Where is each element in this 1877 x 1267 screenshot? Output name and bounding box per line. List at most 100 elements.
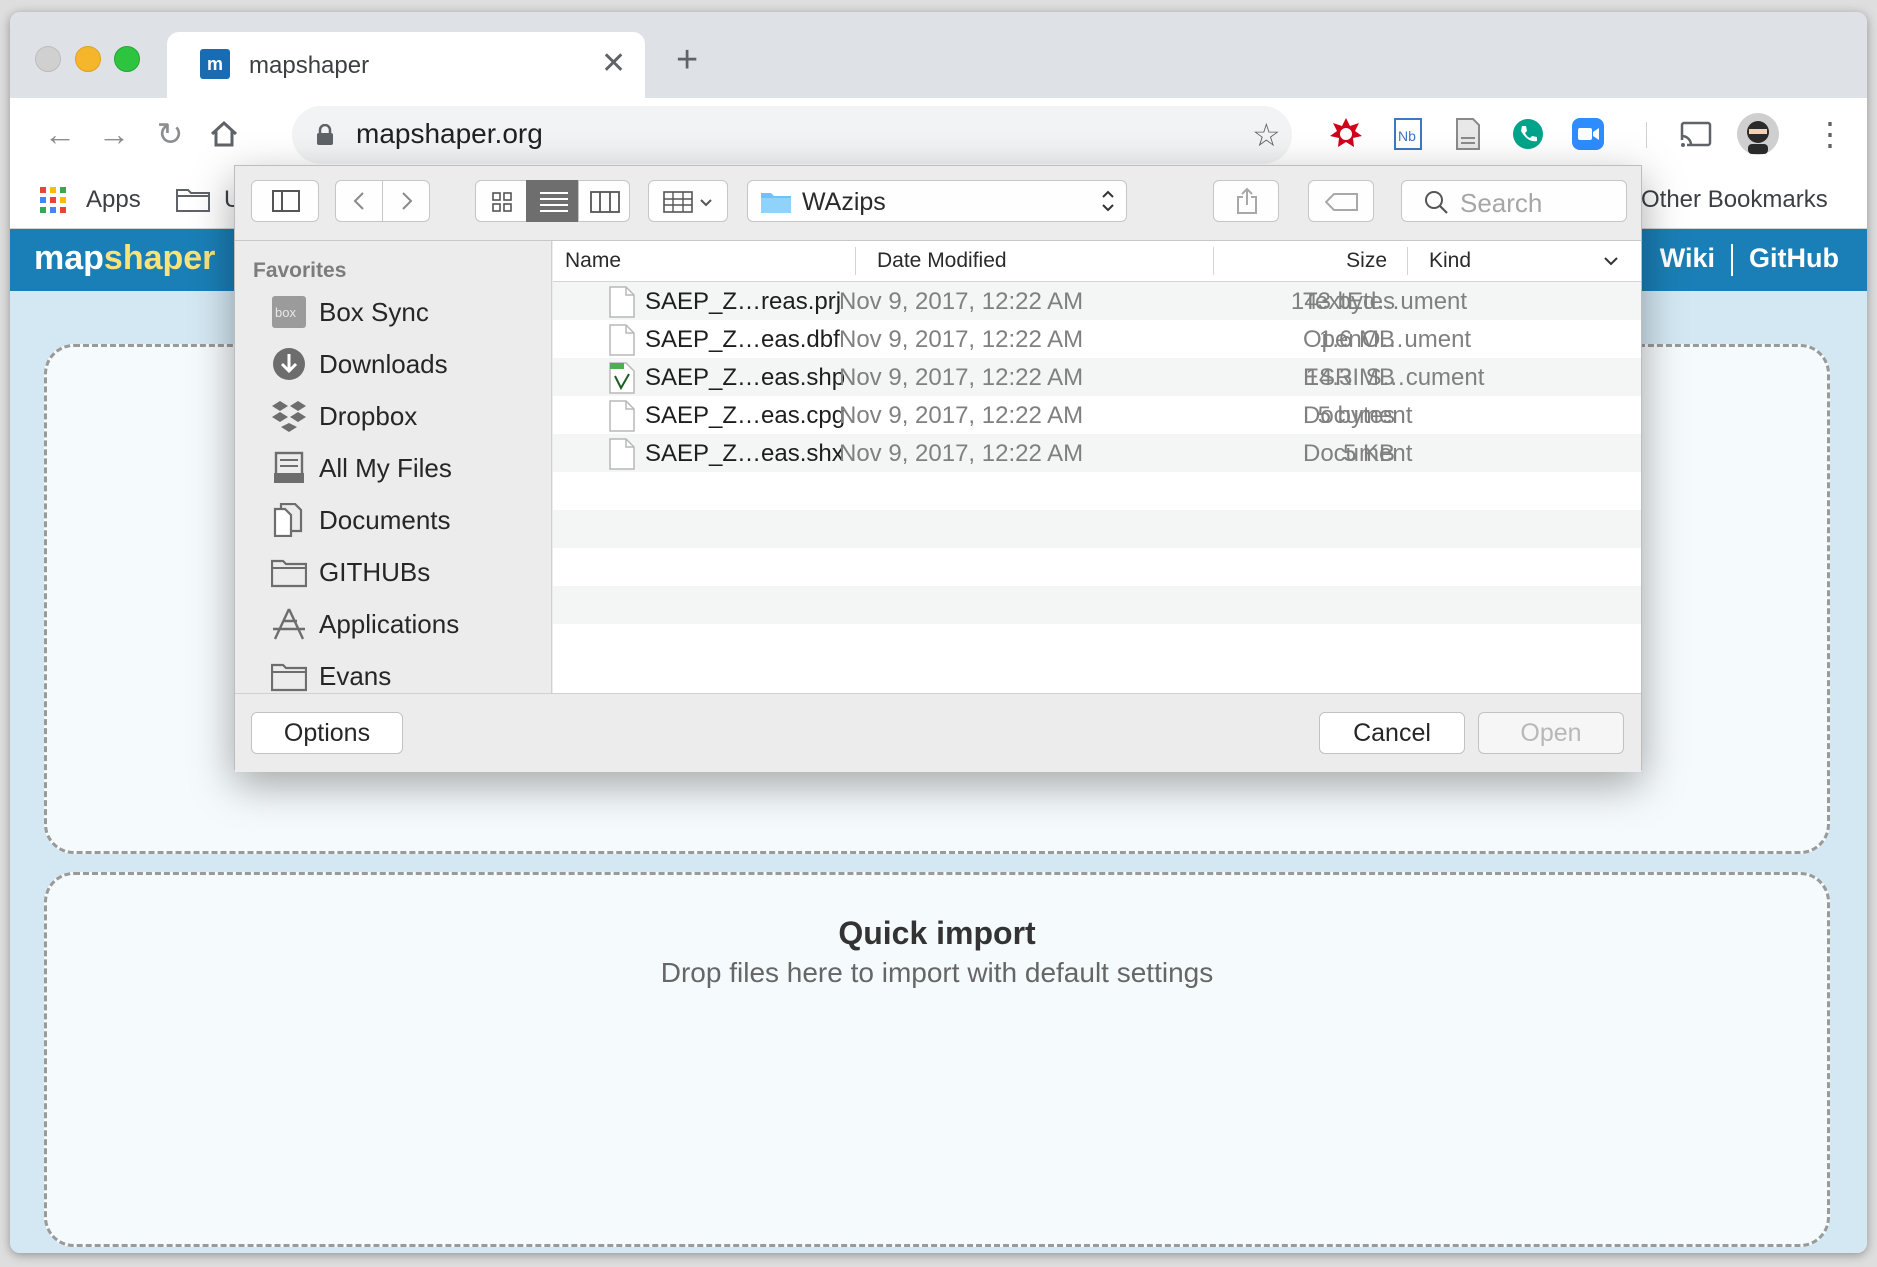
folder-icon <box>271 663 307 692</box>
sidebar-item-downloads[interactable]: Downloads <box>271 345 541 385</box>
sidebar-item-all-my-files[interactable]: All My Files <box>271 449 541 489</box>
sidebar-item-documents[interactable]: Documents <box>271 501 541 541</box>
table-row[interactable]: SAEP_Z…eas.shx Nov 9, 2017, 12:22 AM 5 K… <box>553 434 1641 472</box>
options-button[interactable]: Options <box>251 712 403 754</box>
column-view-button[interactable] <box>578 180 630 222</box>
bookmark-folder-icon[interactable] <box>176 186 210 212</box>
window-close-button[interactable] <box>35 46 61 72</box>
mapshaper-favicon-icon: m <box>200 49 230 79</box>
tab-strip: m mapshaper ✕ + <box>10 12 1867 100</box>
lock-icon <box>317 124 333 145</box>
sidebar-item-applications[interactable]: Applications <box>271 605 541 645</box>
open-button[interactable]: Open <box>1478 712 1624 754</box>
file-name: SAEP_Z…eas.shx <box>645 440 844 467</box>
reload-icon[interactable]: ↻ <box>150 114 190 154</box>
logo-map: map <box>34 239 104 277</box>
folder-path-popup[interactable]: WAzips <box>747 180 1127 222</box>
profile-avatar[interactable] <box>1736 112 1780 156</box>
chevron-right-icon <box>402 192 413 210</box>
address-bar[interactable]: mapshaper.org ☆ <box>292 106 1292 164</box>
sidebar-item-box-sync[interactable]: box Box Sync <box>271 293 541 333</box>
back-button[interactable] <box>335 180 383 222</box>
icon-view-button[interactable] <box>475 180 527 222</box>
file-date: Nov 9, 2017, 12:22 AM <box>839 440 1084 467</box>
favorites-heading: Favorites <box>253 259 347 282</box>
tab-mapshaper[interactable]: m mapshaper ✕ <box>167 32 645 100</box>
sidebar-item-label: Evans <box>319 661 392 691</box>
new-tab-button[interactable]: + <box>676 41 698 79</box>
all-files-icon <box>274 451 304 483</box>
arrange-menu-button[interactable] <box>648 180 728 222</box>
icon-view-icon <box>492 192 512 212</box>
list-view-icon <box>540 192 568 212</box>
share-button[interactable] <box>1213 180 1279 222</box>
file-icon <box>609 324 635 356</box>
forward-arrow-icon[interactable]: → <box>94 114 134 154</box>
extension-badge-icon[interactable] <box>1328 116 1364 152</box>
file-date: Nov 9, 2017, 12:22 AM <box>839 402 1084 429</box>
back-arrow-icon[interactable]: ← <box>40 114 80 154</box>
search-input[interactable]: Search <box>1401 180 1627 222</box>
cast-icon[interactable] <box>1678 116 1714 152</box>
empty-row <box>553 510 1641 548</box>
menu-kebab-icon[interactable]: ⋮ <box>1810 114 1850 154</box>
sidebar-item-label: GITHUBs <box>319 557 431 587</box>
sidebar-toggle-button[interactable] <box>251 180 319 222</box>
column-header-size[interactable]: Size <box>1346 249 1387 273</box>
home-icon[interactable] <box>204 114 244 154</box>
column-header-kind[interactable]: Kind <box>1429 249 1471 273</box>
empty-row <box>553 624 1641 662</box>
window-minimize-button[interactable] <box>75 46 101 72</box>
table-row[interactable]: SAEP_Z…eas.dbf Nov 9, 2017, 12:22 AM 1.6… <box>553 320 1641 358</box>
sidebar-item-dropbox[interactable]: Dropbox <box>271 397 541 437</box>
table-row[interactable]: SAEP_Z…reas.prj Nov 9, 2017, 12:22 AM 14… <box>553 282 1641 320</box>
sidebar-item-label: Documents <box>319 505 451 535</box>
header-links: Wiki GitHub <box>1660 243 1839 276</box>
folder-icon <box>271 559 307 588</box>
sidebar-item-label: Applications <box>319 609 460 639</box>
column-divider[interactable] <box>1407 247 1408 275</box>
file-date: Nov 9, 2017, 12:22 AM <box>839 326 1084 353</box>
file-name: SAEP_Z…eas.dbf <box>645 326 840 353</box>
sidebar-item-label: All My Files <box>319 453 452 483</box>
quick-import-dropzone[interactable]: Quick import Drop files here to import w… <box>44 872 1830 1247</box>
file-icon <box>609 438 635 470</box>
box-icon: box <box>272 296 306 328</box>
wiki-link[interactable]: Wiki <box>1660 243 1715 273</box>
column-divider[interactable] <box>1213 247 1214 275</box>
folder-icon <box>761 193 791 213</box>
sidebar-item-evans[interactable]: Evans <box>271 657 541 693</box>
tab-title: mapshaper <box>249 52 370 79</box>
sort-chevron-down-icon[interactable] <box>1603 255 1619 267</box>
file-name: SAEP_Z…reas.prj <box>645 288 842 315</box>
table-row[interactable]: SAEP_Z…eas.shp Nov 9, 2017, 12:22 AM 14.… <box>553 358 1641 396</box>
column-header-date[interactable]: Date Modified <box>877 249 1007 273</box>
cancel-button[interactable]: Cancel <box>1319 712 1465 754</box>
list-view-button[interactable] <box>526 180 579 222</box>
phone-extension-icon[interactable] <box>1510 116 1546 152</box>
updown-chevron-icon <box>1102 190 1114 212</box>
tag-button[interactable] <box>1308 180 1374 222</box>
bookmark-star-icon[interactable]: ☆ <box>1252 116 1281 154</box>
notability-extension-icon[interactable]: Nb <box>1390 116 1426 152</box>
tab-close-icon[interactable]: ✕ <box>601 46 626 81</box>
bookmark-apps[interactable]: Apps <box>86 186 141 214</box>
browser-toolbar: ← → ↻ mapshaper.org ☆ Nb ⋮ <box>10 98 1867 172</box>
sidebar-item-label: Dropbox <box>319 401 418 431</box>
column-header-name[interactable]: Name <box>565 249 621 273</box>
table-row[interactable]: SAEP_Z…eas.cpg Nov 9, 2017, 12:22 AM 5 b… <box>553 396 1641 434</box>
document-extension-icon[interactable] <box>1450 116 1486 152</box>
file-kind: OpenO…ument <box>1303 326 1472 353</box>
sidebar-toggle-icon <box>272 190 300 212</box>
file-name: SAEP_Z…eas.shp <box>645 364 846 391</box>
column-view-icon <box>590 191 620 213</box>
zoom-extension-icon[interactable] <box>1570 116 1606 152</box>
sidebar-item-githubs[interactable]: GITHUBs <box>271 553 541 593</box>
bookmark-other-bookmarks[interactable]: Other Bookmarks <box>1641 186 1828 214</box>
github-link[interactable]: GitHub <box>1749 243 1839 273</box>
column-divider[interactable] <box>855 247 856 275</box>
mapshaper-logo[interactable]: mapshaper <box>34 239 215 278</box>
forward-button[interactable] <box>382 180 430 222</box>
file-kind: ESRI S…cument <box>1303 364 1485 391</box>
window-maximize-button[interactable] <box>114 46 140 72</box>
